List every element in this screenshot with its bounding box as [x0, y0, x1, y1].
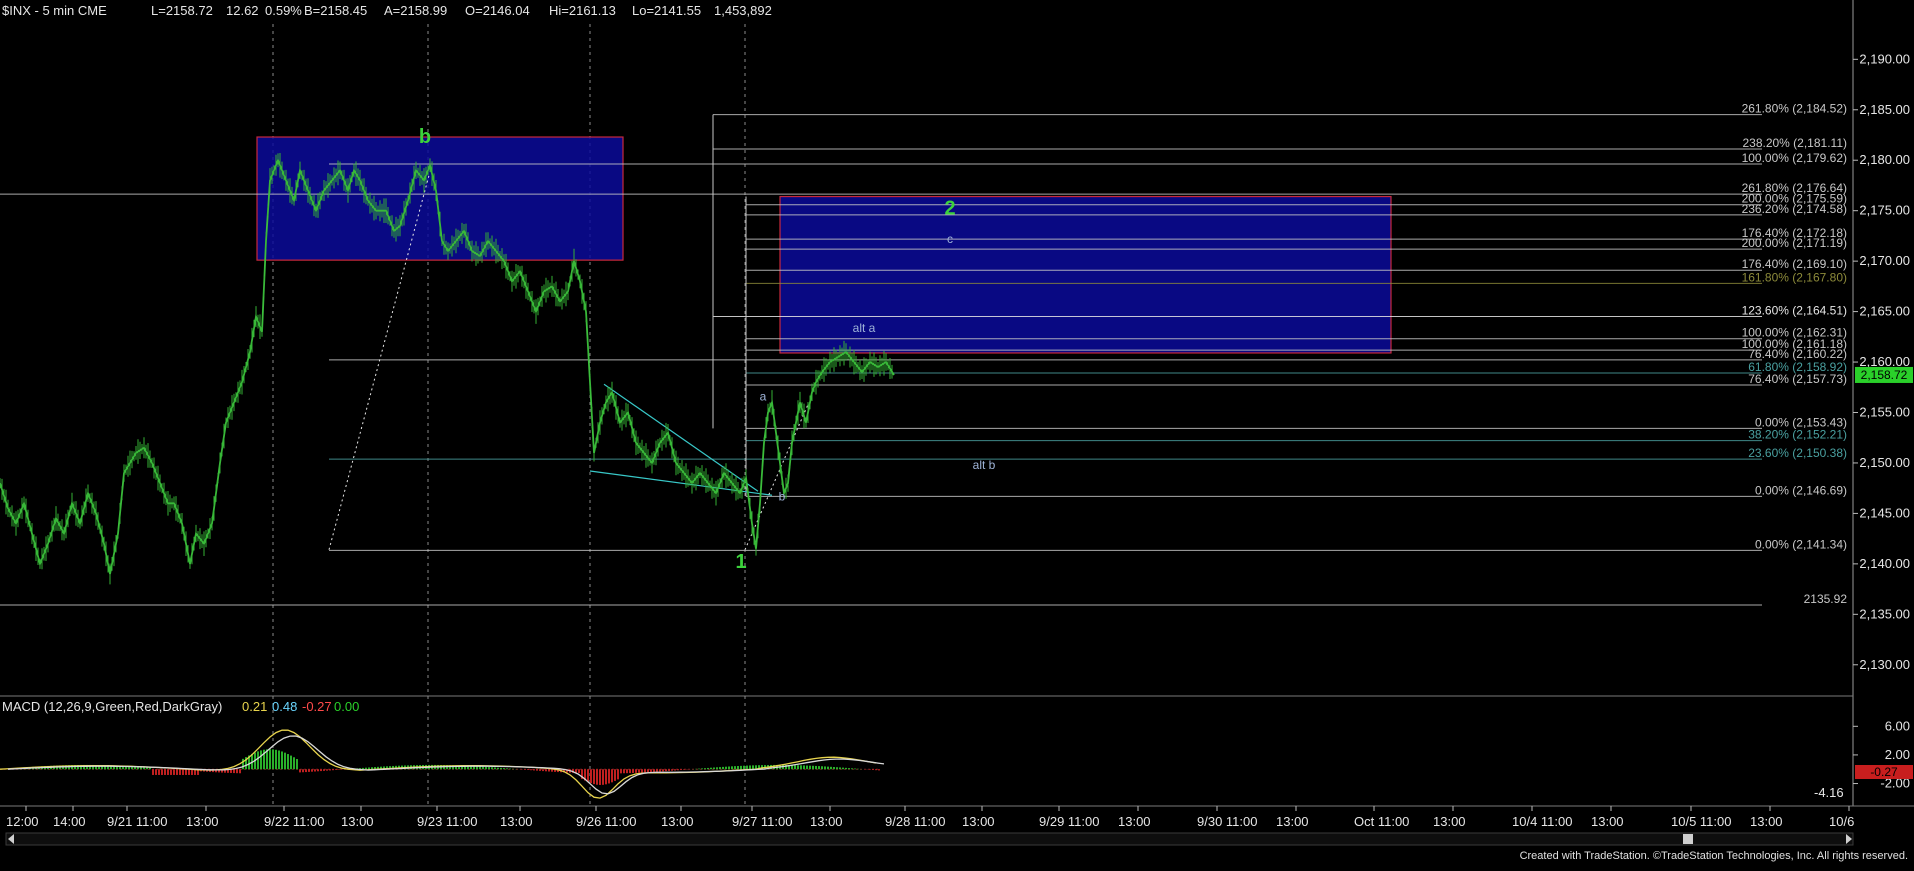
wave-label: alt a: [853, 321, 876, 335]
price-tick-label: 2,135.00: [1859, 606, 1910, 621]
price-tick-label: 2,180.00: [1859, 152, 1910, 167]
time-tick-label: 13:00: [810, 814, 843, 829]
time-tick-label: 13:00: [1433, 814, 1466, 829]
price-axis: 2,190.00 2,185.00 2,180.00 2,175.00 2,170.00…: [1853, 51, 1910, 672]
macd-tick-label: 6.00: [1885, 718, 1910, 733]
wave-label: alt b: [973, 458, 996, 472]
macd-value-1: 0.21: [242, 699, 267, 714]
macd-value-2: 0.48: [272, 699, 297, 714]
fib-label: 23.60% (2,150.38): [1748, 446, 1847, 460]
macd-axis: 6.002.00-2.00: [1853, 718, 1910, 791]
macd-signal-line: [7, 735, 885, 795]
scrollbar-track[interactable]: [5, 832, 1854, 846]
header-last: L=2158.72: [151, 3, 213, 18]
price-tick-label: 2,130.00: [1859, 657, 1910, 672]
time-tick-label: 13:00: [962, 814, 995, 829]
wave-label: 2: [944, 198, 955, 220]
wedge-upper-line: [603, 383, 759, 492]
header-volume: 1,453,892: [714, 3, 772, 18]
time-tick-label: 9/27 11:00: [732, 814, 792, 829]
price-tick-label: 2,175.00: [1859, 203, 1910, 218]
macd-plot: [0, 729, 885, 799]
fib-label: 261.80% (2,184.52): [1742, 102, 1847, 116]
fib-label: 161.80% (2,167.80): [1742, 270, 1847, 284]
price-tick-label: 2,145.00: [1859, 505, 1910, 520]
price-tick-label: 2,155.00: [1859, 405, 1910, 420]
time-tick-label: 9/23 11:00: [417, 814, 477, 829]
price-tick-label: 2,185.00: [1859, 102, 1910, 117]
price-tick-label: 2,165.00: [1859, 304, 1910, 319]
fib-label: 2135.92: [1804, 592, 1848, 606]
copyright-text: Created with TradeStation. ©TradeStation…: [1519, 850, 1908, 862]
time-tick-label: 10/4 11:00: [1512, 814, 1572, 829]
fib-label: 236.20% (2,174.58): [1742, 202, 1847, 216]
time-tick-label: 13:00: [1750, 814, 1783, 829]
fib-label: 238.20% (2,181.11): [1742, 136, 1847, 150]
fib-label: 38.20% (2,152.21): [1748, 428, 1847, 442]
scrollbar-thumb[interactable]: [1683, 834, 1693, 844]
macd-value-4: 0.00: [334, 699, 359, 714]
chart-canvas[interactable]: $INX - 5 min CME L=2158.72 12.62 0.59% B…: [0, 0, 1914, 866]
time-tick-label: 10/5 11:00: [1671, 814, 1731, 829]
fib-label: 176.40% (2,169.10): [1742, 257, 1847, 271]
time-tick-label: 13:00: [661, 814, 694, 829]
horizontal-scrollbar[interactable]: [5, 832, 1854, 846]
fib-label: 76.40% (2,157.73): [1748, 372, 1847, 386]
price-tick-label: 2,170.00: [1859, 253, 1910, 268]
macd-tick-label: 2.00: [1885, 747, 1910, 762]
fib-label: 100.00% (2,179.62): [1742, 151, 1847, 165]
price-tick-label: 2,190.00: [1859, 51, 1910, 66]
target-zones: [256, 136, 1392, 354]
chart-header: $INX - 5 min CME L=2158.72 12.62 0.59% B…: [2, 3, 772, 18]
header-low: Lo=2141.55: [632, 3, 701, 18]
last-price-label: 2,158.72: [1861, 368, 1908, 382]
time-tick-label: 13:00: [341, 814, 374, 829]
time-tick-label: 10/6: [1829, 814, 1854, 829]
macd-panel: MACD (12,26,9,Green,Red,DarkGray) 0.21 0…: [0, 699, 1913, 800]
macd-min-label: -4.16: [1814, 785, 1844, 800]
macd-title: MACD (12,26,9,Green,Red,DarkGray): [2, 699, 222, 714]
chart-root: $INX - 5 min CME L=2158.72 12.62 0.59% B…: [0, 0, 1914, 866]
header-ask: A=2158.99: [384, 3, 447, 18]
wave-label: b: [419, 126, 431, 148]
price-tick-label: 2,150.00: [1859, 455, 1910, 470]
wave-label: c: [947, 232, 953, 246]
time-tick-label: 13:00: [500, 814, 533, 829]
header-open: O=2146.04: [465, 3, 530, 18]
time-tick-label: 9/29 11:00: [1039, 814, 1099, 829]
fib-label: 200.00% (2,171.19): [1742, 236, 1847, 250]
time-tick-label: 13:00: [1591, 814, 1624, 829]
macd-value-3: -0.27: [302, 699, 332, 714]
wave-label: b: [779, 489, 786, 503]
wave-label: a: [760, 389, 767, 403]
header-change: 12.62: [226, 3, 259, 18]
price-tick-label: 2,160.00: [1859, 354, 1910, 369]
fib-label: 0.00% (2,146.69): [1755, 483, 1847, 497]
time-tick-label: 9/22 11:00: [264, 814, 324, 829]
time-tick-label: 13:00: [186, 814, 219, 829]
price-tick-label: 2,140.00: [1859, 556, 1910, 571]
time-tick-label: 9/26 11:00: [576, 814, 636, 829]
header-bid: B=2158.45: [304, 3, 367, 18]
last-price-marker: 2,158.72: [1855, 366, 1913, 383]
header-change-pct: 0.59%: [265, 3, 302, 18]
time-tick-label: 12:00: [6, 814, 39, 829]
time-tick-label: Oct 11:00: [1354, 814, 1409, 829]
fib-label: 76.40% (2,160.22): [1748, 347, 1847, 361]
fib-label: 0.00% (2,141.34): [1755, 537, 1847, 551]
header-symbol: $INX - 5 min CME: [2, 3, 107, 18]
time-axis: 12:00 14:00 9/21 11:00 13:00 9/22 11:00 13:00…: [6, 806, 1854, 829]
time-tick-label: 13:00: [1118, 814, 1151, 829]
header-high: Hi=2161.13: [549, 3, 616, 18]
macd-current-label: -0.27: [1870, 765, 1898, 779]
time-tick-label: 9/30 11:00: [1197, 814, 1257, 829]
time-tick-label: 13:00: [1276, 814, 1309, 829]
fib-label: 123.60% (2,164.51): [1742, 304, 1847, 318]
time-tick-label: 9/21 11:00: [107, 814, 167, 829]
time-tick-label: 14:00: [53, 814, 86, 829]
wave-label: 1: [735, 551, 746, 573]
time-tick-label: 9/28 11:00: [885, 814, 945, 829]
